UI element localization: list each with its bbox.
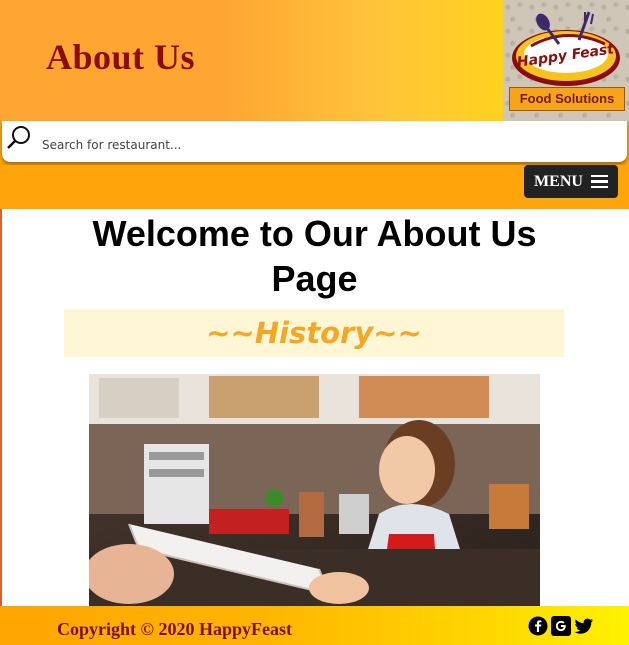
social-links (528, 616, 594, 636)
history-title: ~~History~~ (206, 316, 422, 350)
menu-label: MENU (534, 172, 583, 190)
search-container (2, 121, 627, 162)
search-input[interactable] (42, 135, 602, 155)
facebook-icon[interactable] (528, 616, 548, 636)
about-photo (89, 374, 540, 610)
twitter-icon[interactable] (574, 616, 594, 636)
photo-illustration (89, 374, 540, 610)
logo-tagline: Food Solutions (509, 87, 625, 111)
page-footer: Copyright © 2020 HappyFeast (0, 606, 629, 645)
nav-bar: MENU (0, 165, 629, 209)
logo-emblem-icon: Happy Feast (512, 11, 620, 86)
page-title: About Us (46, 37, 196, 77)
copyright-text: Copyright © 2020 HappyFeast (57, 619, 292, 639)
search-bar (0, 121, 629, 165)
page-header: About Us (0, 0, 503, 121)
google-icon[interactable] (551, 616, 571, 636)
hamburger-icon (590, 174, 608, 189)
search-icon[interactable] (6, 125, 32, 151)
menu-button[interactable]: MENU (524, 165, 618, 198)
brand-logo[interactable]: Happy Feast Food Solutions (503, 0, 629, 121)
history-section-header: ~~History~~ (64, 309, 564, 357)
welcome-heading: Welcome to Our About Us Page (92, 213, 537, 299)
